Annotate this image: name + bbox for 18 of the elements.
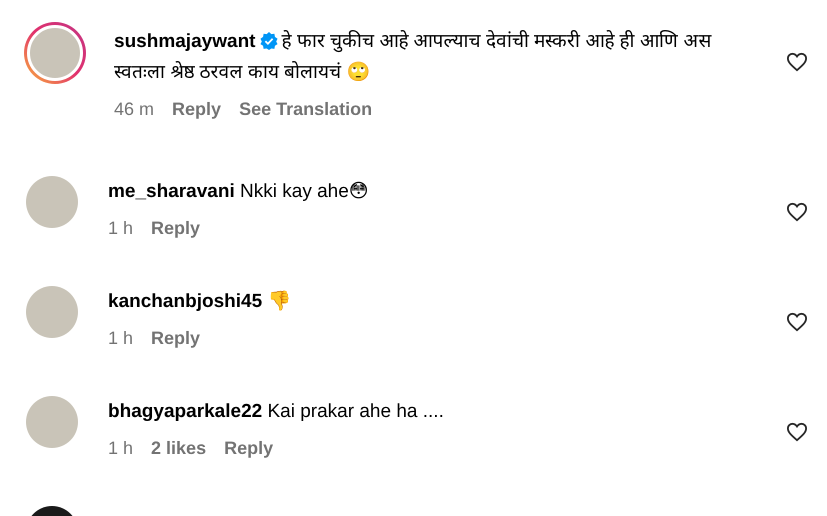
comment-time: 1 h: [108, 437, 134, 460]
comment-time: 1 h: [108, 327, 134, 350]
comment-time: 46 m: [114, 98, 154, 121]
heart-icon[interactable]: [786, 312, 808, 332]
reply-link[interactable]: Reply: [151, 323, 200, 354]
see-translation-link[interactable]: See Translation: [239, 94, 372, 125]
reply-link[interactable]: Reply: [151, 213, 200, 244]
comment-text: bhagyaparkale22 Kai prakar ahe ha ....: [108, 400, 445, 424]
heart-icon[interactable]: [786, 52, 808, 72]
comment-text: me_sharavani Nkki kay ahe😳: [108, 180, 370, 204]
likes-count[interactable]: 2 likes: [151, 433, 206, 464]
reply-link[interactable]: Reply: [224, 433, 274, 464]
comment-text: sushmajaywant हे फार चुकीच आहे आपल्याच देवांची मस्करी आहे ही आणि अस स्वतःला श्रेष्ठ ठरवल काय बोलायचं 🙄: [114, 29, 713, 85]
heart-icon[interactable]: [786, 422, 808, 442]
heart-icon[interactable]: [786, 202, 808, 222]
comment-text: kanchanbjoshi45 👎: [108, 290, 292, 314]
reply-link[interactable]: Reply: [172, 94, 222, 125]
comment-time: 1 h: [108, 217, 134, 240]
